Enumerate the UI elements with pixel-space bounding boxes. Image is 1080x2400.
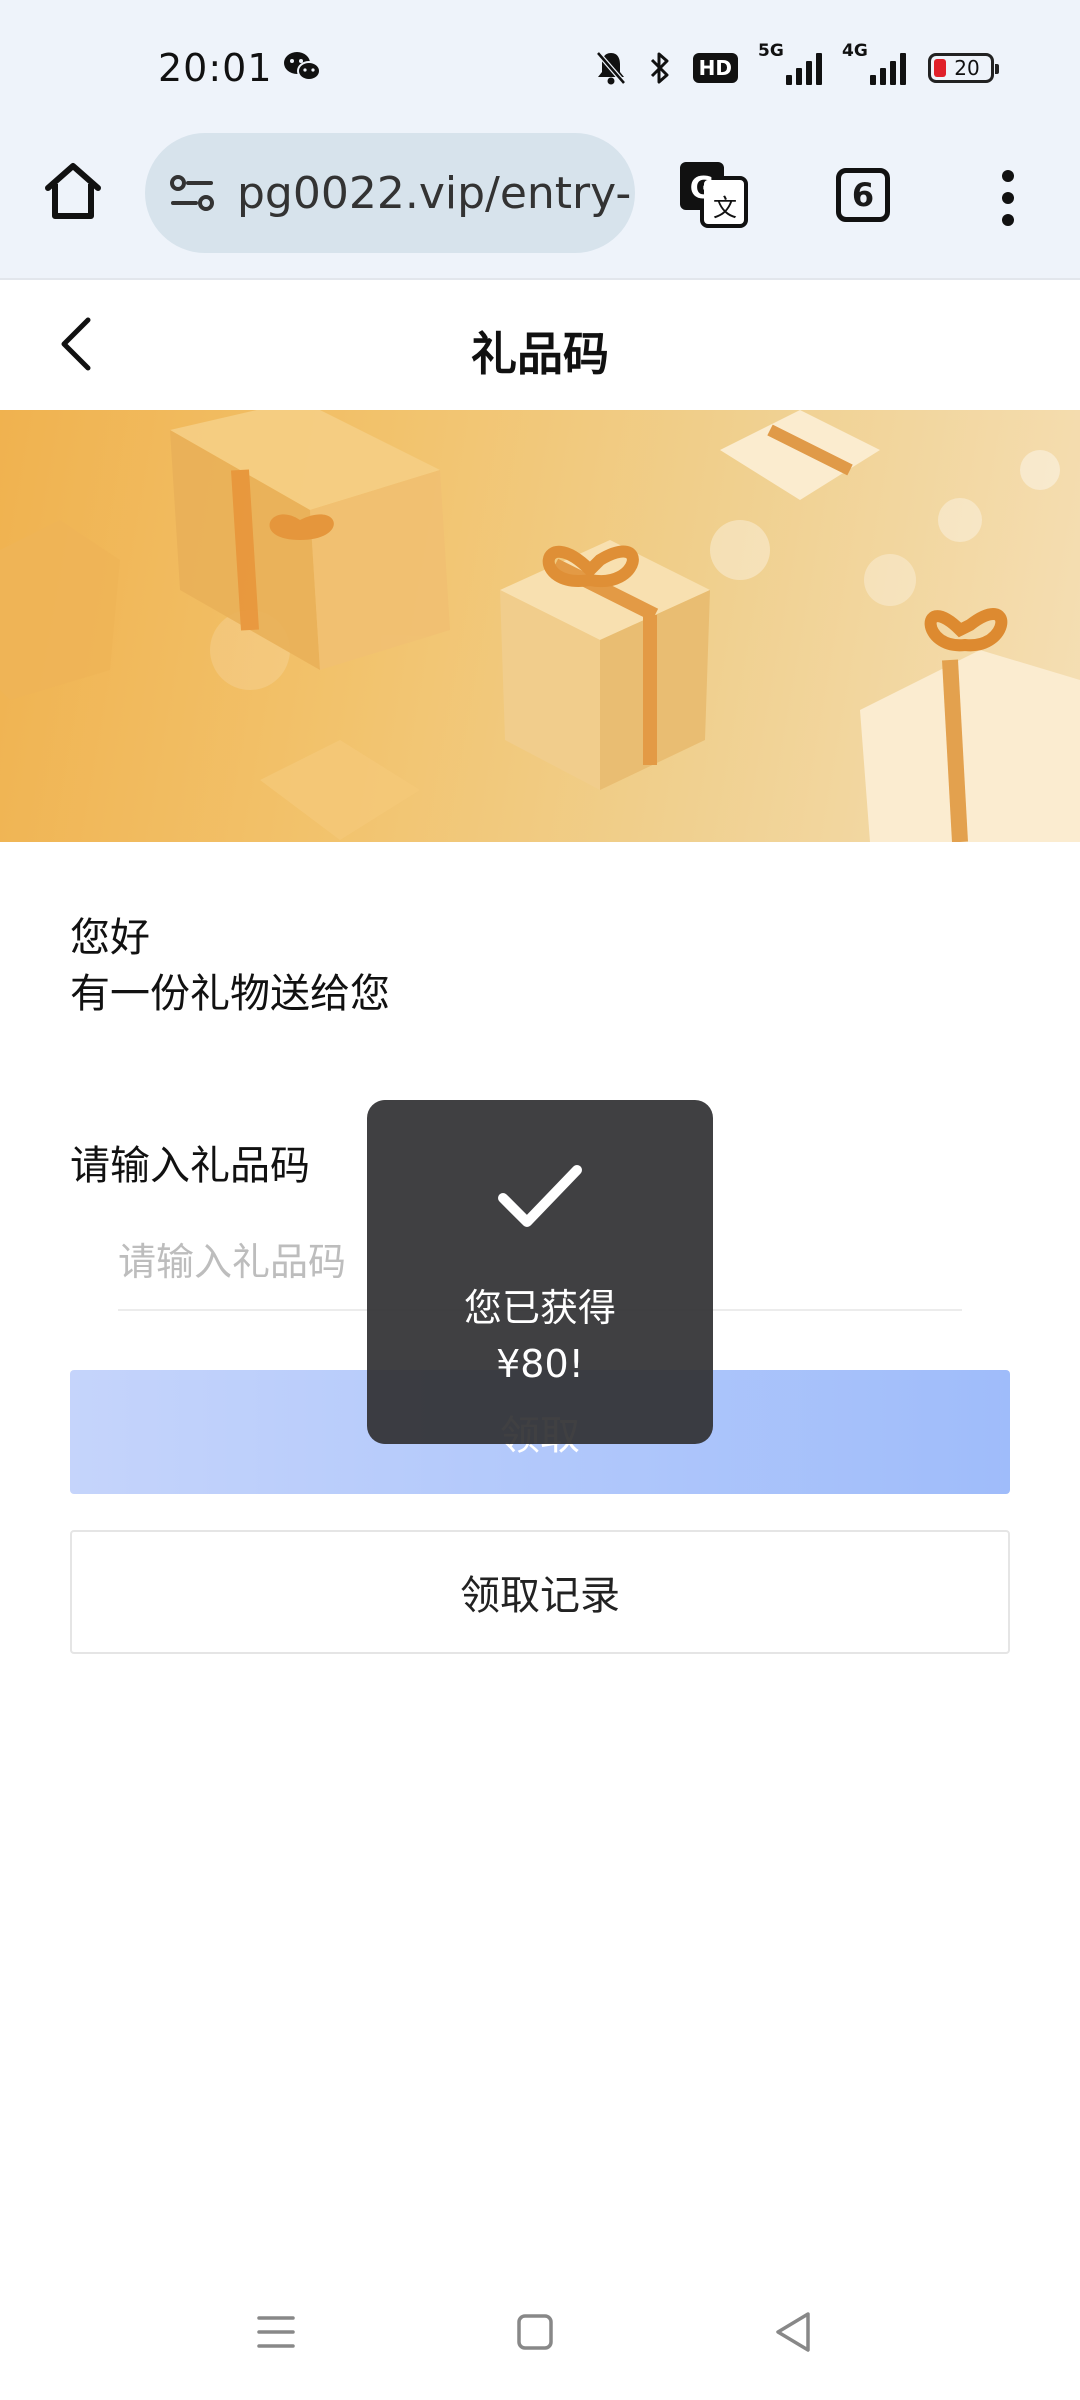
battery-level: 20 xyxy=(954,56,980,80)
battery-icon: 20 xyxy=(928,53,999,83)
address-bar[interactable]: pg0022.vip/entry- xyxy=(145,133,635,253)
status-icons: HD 5G 4G 20 xyxy=(595,41,999,90)
svg-text:文: 文 xyxy=(713,194,737,222)
wechat-icon xyxy=(284,52,321,81)
more-menu-icon[interactable] xyxy=(990,168,1026,228)
greeting-line-1: 您好 xyxy=(70,915,150,961)
system-nav-bar xyxy=(0,2290,1080,2380)
svg-text:G: G xyxy=(690,171,715,206)
page-header: 礼品码 xyxy=(0,282,1080,410)
gift-code-label: 请输入礼品码 xyxy=(70,1143,310,1189)
network-5g-label: 5G xyxy=(758,41,784,61)
greeting-line-2: 有一份礼物送给您 xyxy=(70,971,390,1017)
page-title: 礼品码 xyxy=(471,327,609,381)
home-square-icon[interactable] xyxy=(516,2312,554,2352)
network-4g-label: 4G xyxy=(842,41,868,61)
hd-voice-icon: HD xyxy=(692,53,738,83)
url-text: pg0022.vip/entry- xyxy=(237,167,632,219)
browser-toolbar: pg0022.vip/entry- G 文 6 xyxy=(0,130,1080,280)
toast-line-2: ¥80! xyxy=(496,1342,584,1386)
signal-5g-icon: 5G xyxy=(758,41,822,85)
signal-4g-icon: 4G xyxy=(842,41,906,85)
toast-message: 您已获得 ¥80! xyxy=(367,1280,713,1392)
claim-records-button[interactable]: 领取记录 xyxy=(70,1530,1010,1654)
toast-line-1: 您已获得 xyxy=(463,1286,616,1330)
back-triangle-icon[interactable] xyxy=(772,2310,814,2354)
success-toast: 您已获得 ¥80! xyxy=(367,1100,713,1444)
status-bar: 20:01 HD 5G 4G 20 xyxy=(0,0,1080,130)
site-settings-icon[interactable] xyxy=(169,173,215,213)
translate-icon[interactable]: G 文 xyxy=(678,158,750,230)
mute-bell-icon xyxy=(595,51,626,85)
greeting: 您好 有一份礼物送给您 xyxy=(70,910,390,1022)
status-time: 20:01 xyxy=(158,46,273,90)
tabs-icon[interactable]: 6 xyxy=(836,168,890,222)
gift-banner-image xyxy=(0,410,1080,842)
home-icon[interactable] xyxy=(40,158,106,224)
checkmark-icon xyxy=(498,1165,582,1227)
bluetooth-icon xyxy=(650,52,669,84)
recents-icon[interactable] xyxy=(257,2312,295,2352)
